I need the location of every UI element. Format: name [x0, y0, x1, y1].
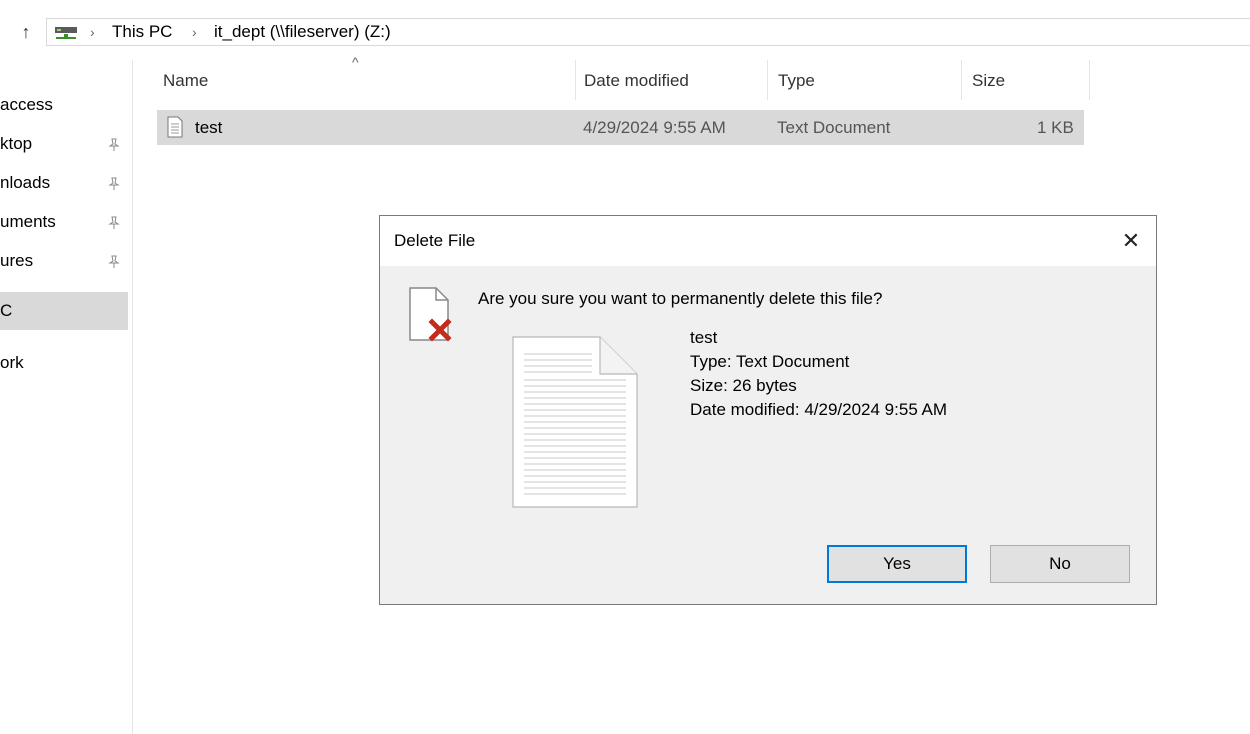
no-button[interactable]: No [990, 545, 1130, 583]
sidebar-item-label: nloads [0, 173, 51, 192]
file-date-modified: 4/29/2024 9:55 AM [583, 118, 726, 137]
column-header-type[interactable]: Type [768, 60, 962, 100]
breadcrumb-separator: › [90, 24, 95, 40]
sidebar-item-network[interactable]: ork [0, 344, 128, 382]
dialog-file-type: Type: Text Document [690, 352, 850, 371]
breadcrumb-separator: › [192, 24, 197, 40]
column-headers: ^ Name Date modified Type Size [156, 54, 1092, 100]
breadcrumb-this-pc[interactable]: This PC [112, 22, 172, 42]
column-header-size[interactable]: Size [962, 60, 1090, 100]
sidebar-item-pictures[interactable]: ures [0, 242, 128, 280]
pin-icon [104, 242, 124, 280]
file-name: test [195, 118, 223, 137]
delete-warning-icon [409, 287, 452, 342]
pin-icon [104, 164, 124, 202]
sidebar-item-this-pc[interactable]: C [0, 292, 128, 330]
sidebar-item-downloads[interactable]: nloads [0, 164, 128, 202]
up-arrow-icon[interactable]: ↑ [14, 21, 38, 43]
dialog-question: Are you sure you want to permanently del… [478, 289, 883, 308]
file-size: 1 KB [1037, 118, 1074, 137]
sidebar-item-label: access [0, 95, 53, 114]
yes-button[interactable]: Yes [827, 545, 967, 583]
dialog-file-name: test [690, 328, 718, 347]
dialog-title: Delete File [394, 231, 476, 250]
text-file-icon [512, 336, 638, 508]
delete-file-dialog: Delete File ✕ Are you sure you want to p… [379, 215, 1157, 605]
column-header-date-modified[interactable]: Date modified [576, 60, 768, 100]
column-header-name[interactable]: Name [156, 60, 576, 100]
sidebar-item-label: uments [0, 212, 56, 231]
sidebar-item-quick-access[interactable]: access [0, 86, 128, 124]
pin-icon [104, 125, 124, 163]
dialog-file-date: Date modified: 4/29/2024 9:55 AM [690, 400, 948, 419]
sidebar-item-label: ures [0, 251, 34, 270]
file-explorer-window: ↑ › This PC › it_dept (\\fileserver) (Z:… [0, 0, 1250, 734]
sidebar-item-documents[interactable]: uments [0, 203, 128, 241]
pin-icon [104, 203, 124, 241]
navigation-pane: access ktop nloads uments ures C ork [0, 60, 133, 734]
dialog-file-size: Size: 26 bytes [690, 376, 797, 395]
text-file-icon [167, 116, 183, 138]
dialog-title-bar: Delete File ✕ [380, 216, 1156, 266]
sidebar-item-label: ork [0, 353, 24, 372]
close-icon[interactable]: ✕ [1114, 224, 1148, 258]
file-type: Text Document [777, 118, 891, 137]
sidebar-item-label: ktop [0, 134, 33, 153]
file-row[interactable]: test 4/29/2024 9:55 AM Text Document 1 K… [157, 110, 1084, 145]
network-drive-icon [55, 27, 77, 39]
sidebar-item-label: C [0, 301, 13, 320]
sidebar-item-desktop[interactable]: ktop [0, 125, 128, 163]
breadcrumb-drive[interactable]: it_dept (\\fileserver) (Z:) [214, 22, 391, 42]
navigation-bar: ↑ › This PC › it_dept (\\fileserver) (Z:… [0, 12, 1250, 48]
